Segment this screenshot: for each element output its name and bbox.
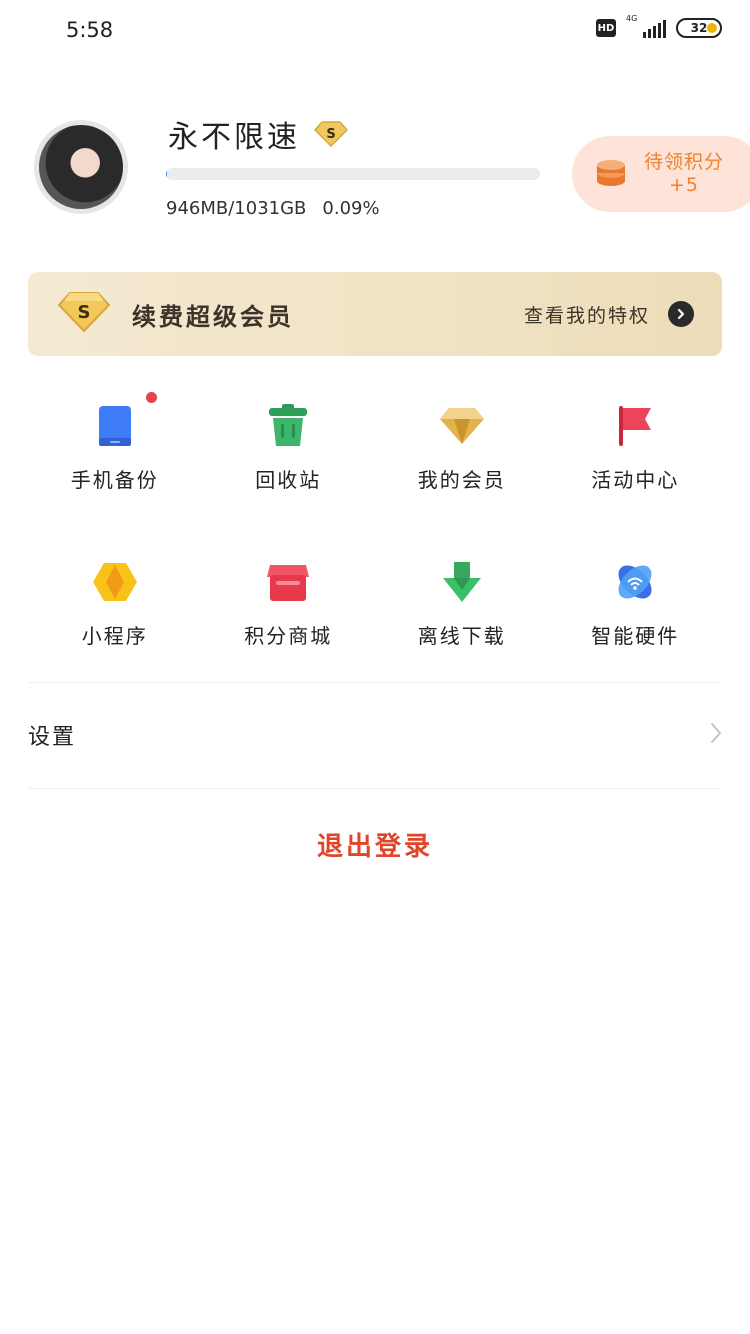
smart-hardware-icon bbox=[611, 558, 659, 606]
view-privileges-label: 查看我的特权 bbox=[523, 304, 650, 327]
network-type: 4G bbox=[626, 14, 638, 23]
divider bbox=[28, 788, 722, 789]
coin-stack-icon bbox=[594, 155, 628, 193]
username[interactable]: 永不限速 bbox=[168, 112, 300, 156]
grid-item-offline-download[interactable]: 离线下载 bbox=[375, 544, 549, 660]
grid-label-activity-center: 活动中心 bbox=[591, 468, 680, 492]
grid-label-phone-backup: 手机备份 bbox=[70, 468, 159, 492]
svg-text:S: S bbox=[78, 302, 91, 323]
download-arrow-icon bbox=[438, 558, 486, 606]
grid-item-phone-backup[interactable]: 手机备份 bbox=[28, 388, 202, 504]
arrow-right-circle-icon bbox=[668, 301, 694, 327]
feature-grid: 手机备份 回收站 我的会员 活动中心 小程序 积分商城 离线下载 智能硬件 bbox=[28, 388, 722, 660]
chevron-right-icon bbox=[710, 722, 722, 748]
svip-renew-banner[interactable]: S 续费超级会员 查看我的特权 bbox=[28, 272, 722, 356]
store-icon bbox=[264, 558, 312, 606]
avatar-image bbox=[39, 125, 123, 209]
grid-item-mini-program[interactable]: 小程序 bbox=[28, 544, 202, 660]
grid-label-offline-download: 离线下载 bbox=[417, 624, 506, 648]
signal-icon: 4G bbox=[626, 14, 666, 38]
svip-s-badge-icon[interactable]: S bbox=[314, 121, 348, 147]
points-title: 待领积分 bbox=[644, 151, 725, 173]
storage-used: 946MB/1031GB bbox=[166, 198, 307, 219]
view-privileges-link[interactable]: 查看我的特权 bbox=[524, 301, 694, 328]
recycle-bin-icon bbox=[264, 402, 312, 450]
grid-label-smart-hardware: 智能硬件 bbox=[591, 624, 680, 648]
username-row: 永不限速 S bbox=[168, 112, 348, 156]
grid-label-points-mall: 积分商城 bbox=[244, 624, 333, 648]
grid-label-recycle-bin: 回收站 bbox=[255, 468, 322, 492]
mini-program-icon bbox=[91, 558, 139, 606]
battery-icon: 32 bbox=[676, 18, 722, 38]
svip-diamond-icon: S bbox=[57, 291, 111, 337]
diamond-icon bbox=[438, 402, 486, 450]
settings-row[interactable]: 设置 bbox=[28, 684, 722, 786]
logout-button[interactable]: 退出登录 bbox=[0, 826, 750, 863]
avatar[interactable] bbox=[34, 120, 128, 214]
grid-item-points-mall[interactable]: 积分商城 bbox=[202, 544, 376, 660]
storage-quota-text: 946MB/1031GB 0.09% bbox=[166, 198, 380, 219]
grid-label-mini-program: 小程序 bbox=[81, 624, 148, 648]
grid-item-recycle-bin[interactable]: 回收站 bbox=[202, 388, 376, 504]
svip-renew-title: 续费超级会员 bbox=[132, 302, 294, 331]
settings-label: 设置 bbox=[28, 725, 77, 750]
grid-item-my-membership[interactable]: 我的会员 bbox=[375, 388, 549, 504]
grid-item-activity-center[interactable]: 活动中心 bbox=[549, 388, 723, 504]
storage-quota-bar bbox=[166, 168, 540, 180]
grid-label-my-membership: 我的会员 bbox=[417, 468, 506, 492]
status-indicators: HD 4G 32 bbox=[596, 14, 722, 38]
svg-text:S: S bbox=[326, 127, 335, 142]
status-bar: 5:58 HD 4G 32 bbox=[0, 0, 750, 64]
hd-badge: HD bbox=[596, 19, 616, 37]
flag-icon bbox=[611, 402, 659, 450]
profile-header: 永不限速 S 946MB/1031GB 0.09% 待领积分 +5 bbox=[0, 100, 750, 240]
grid-item-smart-hardware[interactable]: 智能硬件 bbox=[549, 544, 723, 660]
phone-backup-icon bbox=[91, 392, 157, 450]
notification-dot bbox=[145, 392, 157, 403]
status-time: 5:58 bbox=[66, 18, 114, 42]
storage-percent: 0.09% bbox=[322, 198, 380, 219]
points-text: 待领积分 +5 bbox=[644, 151, 724, 197]
divider bbox=[28, 682, 722, 683]
claim-points-button[interactable]: 待领积分 +5 bbox=[572, 136, 750, 212]
battery-level: 32 bbox=[690, 21, 708, 35]
points-value: +5 bbox=[669, 174, 700, 196]
